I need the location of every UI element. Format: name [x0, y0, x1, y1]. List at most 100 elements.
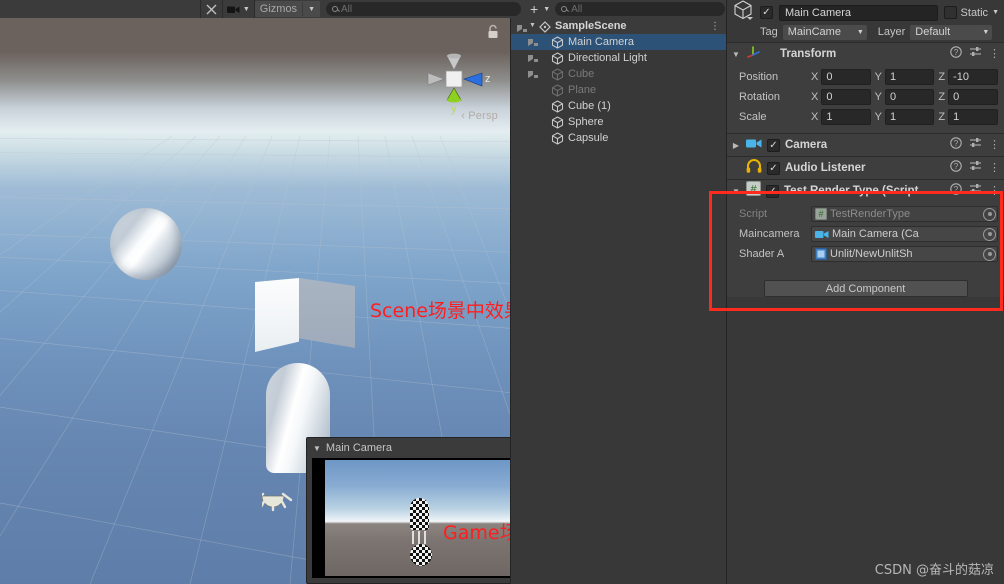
hierarchy-item-plane[interactable]: Plane [511, 82, 726, 98]
component-audio-listener[interactable]: ✓ Audio Listener ? ⋮ [727, 156, 1004, 179]
component-menu-icon[interactable]: ⋮ [989, 186, 1000, 197]
preset-icon[interactable] [969, 159, 982, 177]
foldout-arrow-icon[interactable]: ▶ [731, 141, 741, 150]
axis-value[interactable]: 1 [948, 109, 999, 125]
chevron-down-icon[interactable]: ▼ [543, 6, 550, 13]
directional-light-gizmo-icon[interactable] [253, 474, 306, 518]
axis-value[interactable]: 1 [821, 109, 871, 125]
transform-rotation-z[interactable]: Z 0 [938, 89, 999, 105]
script-enabled-checkbox[interactable]: ✓ [766, 184, 779, 198]
help-icon[interactable]: ? [950, 159, 962, 177]
chevron-down-icon[interactable]: ▼ [243, 6, 250, 13]
transform-rotation-y[interactable]: Y 0 [875, 89, 935, 105]
scene-object-cube-right-face[interactable] [299, 278, 355, 348]
svg-text:?: ? [954, 48, 959, 57]
hierarchy-scene-menu-icon[interactable]: ⋮ [710, 21, 720, 31]
chevron-down-icon[interactable]: ▼ [308, 6, 315, 13]
axis-value[interactable]: 0 [821, 69, 871, 85]
object-reference-value: TestRenderType [830, 208, 911, 220]
hierarchy-item-capsule[interactable]: Capsule [511, 130, 726, 146]
transform-position-y[interactable]: Y 1 [875, 69, 935, 85]
transform-scale-y[interactable]: Y 1 [875, 109, 935, 125]
axis-value[interactable]: 1 [885, 109, 935, 125]
gameobject-enabled-checkbox[interactable]: ✓ [760, 6, 773, 19]
tag-label: Tag [760, 26, 778, 38]
object-reference-field[interactable]: Main Camera (Ca [811, 226, 998, 242]
component-enabled-checkbox[interactable]: ✓ [767, 138, 780, 152]
gameobject-icon [551, 83, 564, 97]
object-reference-field[interactable]: # TestRenderType [811, 206, 998, 222]
gameobject-name-field[interactable]: Main Camera [779, 4, 938, 21]
axis-label: X [811, 71, 819, 83]
scene-object-cube-left-face[interactable] [255, 278, 299, 352]
object-picker-icon[interactable] [983, 227, 996, 241]
component-transform[interactable]: ▼ Transform ? ⋮ Position X 0 Y 1 Z -10 R… [727, 42, 1004, 133]
game-view-panel[interactable]: ▼ Main Camera [306, 437, 518, 584]
gizmos-dropdown[interactable]: Gizmos ▼ [254, 1, 320, 17]
transform-position-x[interactable]: X 0 [811, 69, 871, 85]
inspector-panel[interactable]: ✓ Main Camera ✓ Static ▼ Tag MainCame ▼ … [726, 0, 1004, 584]
scene-tool-icon[interactable] [201, 1, 222, 17]
scene-search-input[interactable]: All [326, 2, 521, 16]
foldout-arrow-icon[interactable]: ▼ [731, 187, 741, 196]
add-component-button[interactable]: Add Component [763, 280, 968, 297]
scene-view-toolbar: ▼ Gizmos ▼ All [0, 0, 525, 18]
axis-value[interactable]: 0 [948, 89, 999, 105]
component-menu-icon[interactable]: ⋮ [989, 49, 1000, 60]
hierarchy-search-input[interactable]: All [555, 2, 726, 16]
component-enabled-checkbox[interactable]: ✓ [767, 161, 780, 175]
scene-name: SampleScene [555, 20, 627, 32]
axis-label: Z [938, 91, 946, 103]
static-checkbox[interactable]: ✓ [943, 6, 957, 19]
preset-icon[interactable] [969, 136, 982, 154]
help-icon[interactable]: ? [950, 182, 962, 200]
preset-icon[interactable] [969, 45, 982, 63]
foldout-arrow-icon[interactable]: ▼ [731, 50, 741, 59]
axis-value[interactable]: 0 [885, 89, 935, 105]
component-list: ▶ ✓ Camera ? ⋮ ✓ Audio Listener ? ⋮ [727, 133, 1004, 179]
chevron-down-icon[interactable]: ▼ [529, 22, 536, 29]
axis-value[interactable]: 1 [885, 69, 935, 85]
transform-rotation-x[interactable]: X 0 [811, 89, 871, 105]
transform-position-z[interactable]: Z -10 [938, 69, 999, 85]
axis-value[interactable]: -10 [948, 69, 999, 85]
help-icon[interactable]: ? [950, 45, 962, 63]
layer-dropdown[interactable]: Default ▼ [910, 24, 993, 40]
hierarchy-item-label: Cube (1) [568, 100, 611, 112]
component-test-render-type[interactable]: ▼ # ✓ Test Render Type (Script ? ⋮ Scrip… [727, 179, 1004, 270]
transform-scale-x[interactable]: X 1 [811, 109, 871, 125]
static-toggle[interactable]: ✓ Static ▼ [943, 6, 999, 19]
object-picker-icon[interactable] [983, 247, 996, 261]
hierarchy-add-button[interactable]: + [530, 2, 538, 16]
scene-object-sphere[interactable] [110, 208, 182, 280]
game-view-header[interactable]: ▼ Main Camera [307, 438, 517, 458]
scene-lock-icon[interactable] [486, 24, 500, 45]
cs-script-icon: # [815, 208, 827, 220]
chevron-down-icon[interactable]: ▼ [982, 29, 989, 36]
component-menu-icon[interactable]: ⋮ [989, 163, 1000, 174]
axis-label: Y [874, 111, 883, 123]
hierarchy-item-sphere[interactable]: Sphere [511, 114, 726, 130]
game-object-capsule [410, 498, 429, 530]
hierarchy-panel[interactable]: ▼ SampleScene ⋮ Main Camera Directional … [510, 18, 726, 584]
hierarchy-item-cube-1[interactable]: Cube (1) [511, 98, 726, 114]
component-camera[interactable]: ▶ ✓ Camera ? ⋮ [727, 133, 1004, 156]
chevron-down-icon[interactable]: ▼ [313, 444, 321, 453]
hierarchy-item-main-camera[interactable]: Main Camera [511, 34, 726, 50]
component-menu-icon[interactable]: ⋮ [989, 140, 1000, 151]
scene-projection-label[interactable]: ‹ Persp [461, 110, 498, 122]
transform-scale-z[interactable]: Z 1 [938, 109, 999, 125]
help-icon[interactable]: ? [950, 136, 962, 154]
axis-value[interactable]: 0 [821, 89, 871, 105]
hierarchy-item-directional-light[interactable]: Directional Light [511, 50, 726, 66]
chevron-down-icon[interactable]: ▼ [992, 9, 999, 16]
axis-label: Y [874, 91, 883, 103]
object-reference-field[interactable]: Unlit/NewUnlitSh [811, 246, 998, 262]
preset-icon[interactable] [969, 182, 982, 200]
object-picker-icon[interactable] [983, 207, 996, 221]
tag-dropdown[interactable]: MainCame ▼ [782, 24, 867, 40]
hierarchy-scene-root[interactable]: ▼ SampleScene ⋮ [511, 18, 726, 34]
chevron-down-icon[interactable]: ▼ [857, 29, 864, 36]
hierarchy-item-cube[interactable]: Cube [511, 66, 726, 82]
scene-camera-settings-button[interactable]: ▼ [223, 1, 254, 17]
